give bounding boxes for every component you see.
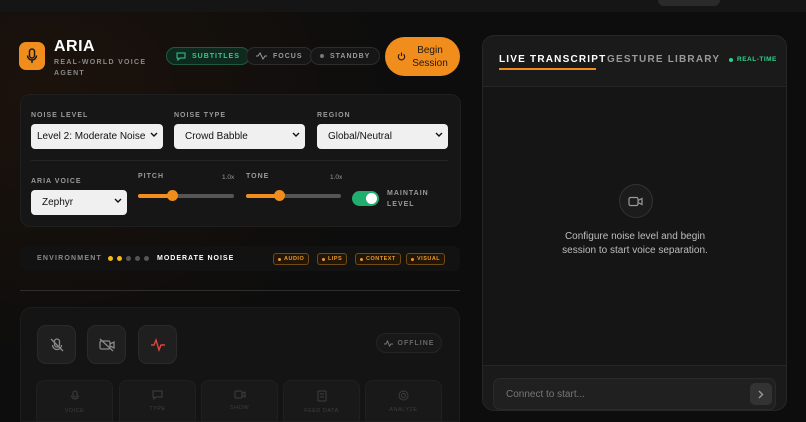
power-icon [397,52,406,61]
realtime-badge: REAL-TIME [729,56,777,63]
mic-off-icon [50,337,63,351]
aria-voice-value: Zephyr [42,197,74,208]
message-icon [176,52,186,61]
tool-label: ANALYZE [389,407,418,413]
tool-type-button[interactable]: TYPE [119,380,196,422]
pulse-icon [150,337,165,352]
tab-gesture-library[interactable]: GESTURE LIBRARY [607,54,720,65]
tag-context: CONTEXT [355,253,401,265]
begin-label-2: Session [412,57,448,69]
camera-icon [234,390,245,399]
chevron-down-icon [292,132,300,137]
tab-live-transcript[interactable]: LIVE TRANSCRIPT [499,54,606,65]
tool-label: SHOW [229,405,250,411]
region-select[interactable]: Global/Neutral [317,124,448,149]
region-value: Global/Neutral [328,131,392,142]
tag-label: AUDIO [284,256,305,262]
active-tab-indicator [499,68,596,70]
tool-label: TYPE [149,406,166,412]
app-title: ARIA [54,38,96,55]
maintain-label-2: LEVEL [387,201,415,208]
toggle-knob [366,193,377,204]
mode-focus-button[interactable]: FOCUS [246,47,313,65]
pulse-icon [383,339,393,347]
tone-value: 1.0x [330,174,343,181]
top-strip [0,0,806,12]
mic-icon [70,390,79,400]
mode-label: STANDBY [330,52,371,60]
maintain-label-1: MAINTAIN [387,190,429,197]
app-subtitle: REAL-WORLD VOICE AGENT [54,59,147,77]
live-dot-icon [729,57,733,62]
tone-thumb[interactable] [274,190,285,201]
noise-type-select[interactable]: Crowd Babble [174,124,305,149]
aria-voice-select[interactable]: Zephyr [31,190,127,215]
dot-icon [320,54,324,58]
realtime-label: REAL-TIME [737,56,777,63]
pitch-label: PITCH [138,173,164,180]
pitch-thumb[interactable] [167,190,178,201]
noise-level-value: Level 2: Moderate Noise [37,131,146,142]
tool-show-button[interactable]: SHOW [201,380,278,422]
mode-label: SUBTITLES [192,52,240,60]
tag-audio: AUDIO [273,253,310,265]
tool-feed-data-button[interactable]: FEED DATA [283,380,360,422]
environment-level-dot [135,256,140,261]
pulse-icon [256,52,267,60]
chevron-down-icon [114,198,122,203]
environment-label: ENVIRONMENT [37,255,102,262]
region-label: REGION [317,112,351,119]
noise-type-value: Crowd Babble [185,131,248,142]
status-label: OFFLINE [397,339,435,347]
document-icon [317,390,326,402]
tool-label: FEED DATA [304,408,339,414]
camera-icon [619,184,653,218]
chevron-right-icon [758,390,764,398]
tag-lips: LIPS [317,253,348,265]
pitch-slider[interactable] [138,190,234,201]
connection-status: OFFLINE [376,333,442,353]
environment-level-dot [144,256,149,261]
environment-level-dot [126,256,131,261]
tool-analyze-button[interactable]: ANALYZE [365,380,442,422]
noise-level-label: NOISE LEVEL [31,112,89,119]
mode-standby-button[interactable]: STANDBY [310,47,381,65]
tone-slider[interactable] [246,190,341,201]
waveform-button[interactable] [138,325,177,364]
divider [31,160,448,161]
tag-label: VISUAL [417,256,441,262]
camera-off-icon [98,338,115,351]
send-button[interactable] [750,383,772,405]
chevron-down-icon [150,132,158,137]
environment-level-dot [108,256,113,261]
noise-type-label: NOISE TYPE [174,112,227,119]
environment-level-dot [117,256,122,261]
transcript-input[interactable]: Connect to start... [493,378,776,410]
mode-subtitles-button[interactable]: SUBTITLES [166,47,250,65]
mic-logo-icon [19,42,45,70]
tag-label: LIPS [328,256,343,262]
message-icon [152,390,163,400]
noise-level-select[interactable]: Level 2: Moderate Noise [31,124,163,149]
maintain-level-toggle[interactable] [352,191,379,206]
begin-session-button[interactable]: Begin Session [385,37,460,76]
transcript-area [483,86,786,366]
tool-voice-button[interactable]: VOICE [36,380,113,422]
begin-label-1: Begin [417,44,443,56]
tag-visual: VISUAL [406,253,446,265]
aria-voice-label: ARIA VOICE [31,178,82,185]
tone-label: TONE [246,173,270,180]
target-icon [398,390,409,401]
tag-label: CONTEXT [366,256,396,262]
section-divider [20,290,460,291]
pitch-value: 1.0x [222,174,235,181]
environment-value: MODERATE NOISE [157,255,235,262]
empty-state-message: Configure noise level and begin session … [562,231,708,256]
top-handle [658,0,720,6]
tool-label: VOICE [64,408,85,414]
chevron-down-icon [435,132,443,137]
camera-toggle-button[interactable] [87,325,126,364]
mode-label: FOCUS [273,52,303,60]
mic-toggle-button[interactable] [37,325,76,364]
